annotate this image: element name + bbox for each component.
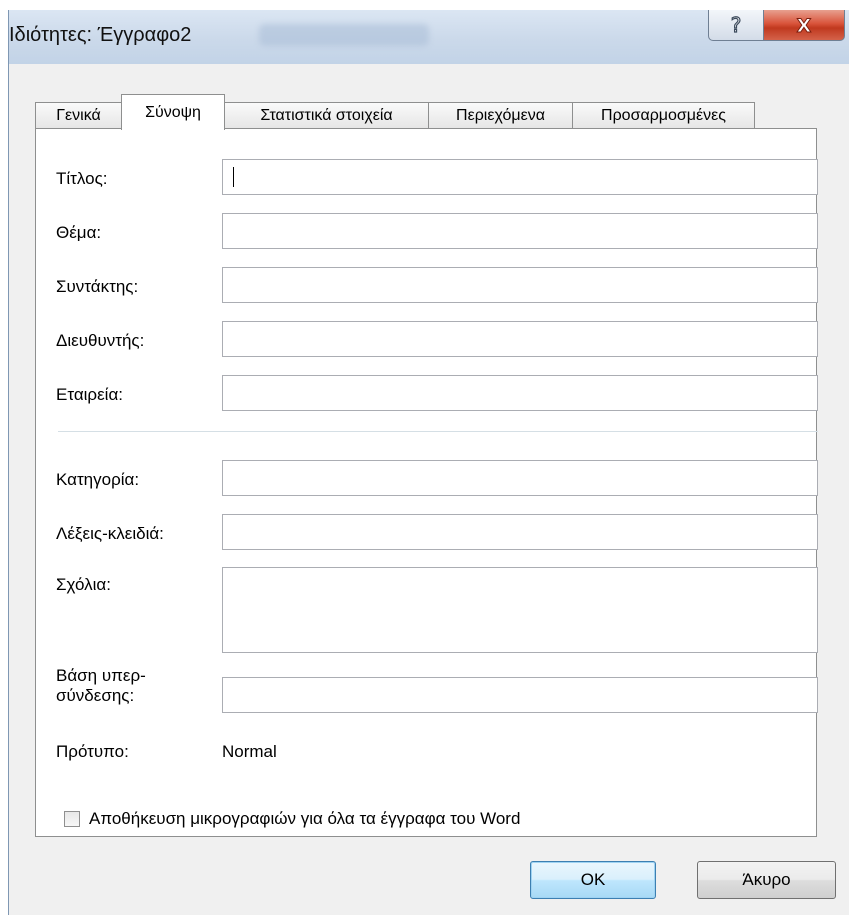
- title-label: Τίτλος:: [56, 169, 108, 188]
- summary-panel: Τίτλος: Θέμα: Συντάκτης: Διευθυντής: Ετα…: [35, 128, 818, 837]
- tab-custom[interactable]: Προσαρμοσμένες: [572, 102, 755, 128]
- tab-statistics[interactable]: Στατιστικά στοιχεία: [224, 102, 429, 128]
- author-field[interactable]: [222, 267, 818, 303]
- close-icon: X: [796, 15, 812, 37]
- title-bar[interactable]: Ιδιότητες: Έγγραφο2 ? X: [9, 10, 849, 64]
- save-thumbnails-option[interactable]: Αποθήκευση μικρογραφιών για όλα τα έγγρα…: [64, 809, 520, 829]
- close-button[interactable]: X: [763, 10, 845, 41]
- help-icon: ?: [730, 13, 742, 37]
- keywords-label: Λέξεις-κλειδιά:: [56, 524, 164, 543]
- keywords-field[interactable]: [222, 514, 818, 550]
- subject-field[interactable]: [222, 213, 818, 249]
- hyperlink-base-label: Βάση υπερ-σύνδεσης:: [56, 666, 146, 705]
- tab-contents[interactable]: Περιεχόμενα: [428, 102, 573, 128]
- tab-general[interactable]: Γενικά: [35, 102, 122, 128]
- save-thumbnails-checkbox[interactable]: [64, 811, 80, 827]
- section-divider: [58, 431, 818, 432]
- subject-label: Θέμα:: [56, 223, 102, 242]
- manager-label: Διευθυντής:: [56, 331, 145, 350]
- category-field[interactable]: [222, 460, 818, 496]
- cancel-button[interactable]: Άκυρο: [697, 861, 836, 899]
- svg-text:X: X: [797, 15, 812, 36]
- tab-summary[interactable]: Σύνοψη: [121, 94, 225, 130]
- dialog-title: Ιδιότητες: Έγγραφο2: [9, 24, 192, 46]
- template-label: Πρότυπο:: [56, 742, 129, 761]
- category-label: Κατηγορία:: [56, 470, 140, 489]
- svg-text:?: ?: [731, 13, 742, 37]
- title-bar-glass-reflection: [259, 24, 429, 46]
- dialog-client-area: Γενικά Σύνοψη Στατιστικά στοιχεία Περιεχ…: [9, 64, 849, 915]
- help-button[interactable]: ?: [708, 10, 764, 41]
- company-field[interactable]: [222, 375, 818, 411]
- text-caret: [233, 167, 234, 187]
- manager-field[interactable]: [222, 321, 818, 357]
- save-thumbnails-label: Αποθήκευση μικρογραφιών για όλα τα έγγρα…: [89, 809, 521, 828]
- ok-button[interactable]: OK: [530, 861, 656, 899]
- company-label: Εταιρεία:: [56, 385, 123, 404]
- title-field[interactable]: [222, 159, 818, 195]
- hyperlink-base-field[interactable]: [222, 677, 818, 713]
- author-label: Συντάκτης:: [56, 277, 139, 296]
- properties-dialog: Ιδιότητες: Έγγραφο2 ? X Γενικά Σύνοψη Στ…: [8, 10, 849, 915]
- comments-field[interactable]: [222, 567, 818, 653]
- comments-label: Σχόλια:: [56, 575, 111, 594]
- template-value: Normal: [222, 742, 277, 761]
